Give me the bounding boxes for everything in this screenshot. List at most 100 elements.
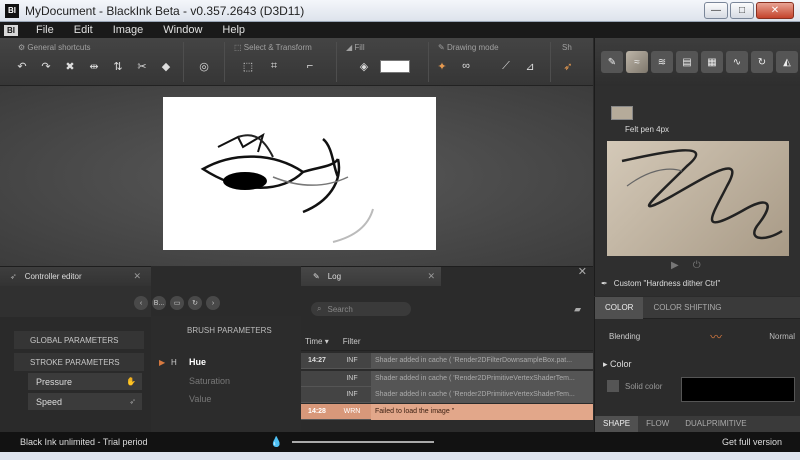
drawing-canvas[interactable] (163, 97, 436, 250)
crop-icon[interactable]: ⌐ (302, 58, 318, 74)
controller-editor-tab[interactable]: ➶ Controller editor ✕ (0, 267, 151, 286)
search-icon: ⌕ (317, 304, 322, 313)
tab-dualprimitive[interactable]: DUALPRIMITIVE (677, 416, 754, 432)
freehand-mode-icon[interactable]: ✦ (434, 58, 450, 74)
app-logo: BI (4, 24, 18, 36)
menu-help[interactable]: Help (222, 24, 245, 36)
hatch-brush-icon[interactable]: ▤ (676, 51, 698, 73)
hue-icon: H (171, 358, 177, 367)
param-hue[interactable]: Hue (189, 357, 206, 367)
preview-stroke (621, 149, 783, 240)
pencil-brush-icon[interactable]: ✎ (601, 51, 623, 73)
brush-type-icon: ✒ (601, 279, 608, 288)
log-tab[interactable]: ✎ Log ✕ (301, 267, 441, 286)
stroke-brush-icon[interactable]: ∿ (726, 51, 748, 73)
tab-flow[interactable]: FLOW (638, 416, 677, 432)
folder-icon[interactable]: ▭ (170, 296, 184, 310)
param-speed[interactable]: Speed ➶ (28, 393, 142, 410)
blending-row[interactable]: Blending 〰 Normal (609, 328, 795, 345)
gear-icon: ⚙ (18, 43, 28, 52)
tab-color-shifting[interactable]: COLOR SHIFTING (643, 297, 731, 319)
log-row-warning[interactable]: 14:28 WRN Failed to load the image '' (301, 403, 593, 420)
undo-icon[interactable]: ↶ (14, 58, 30, 74)
brush-name: Felt pen 4px (625, 125, 670, 134)
chain-mode-icon[interactable]: ∞ (458, 58, 474, 74)
log-panel-close-icon[interactable]: ✕ (578, 265, 587, 278)
canvas-area[interactable] (0, 86, 593, 266)
stroke-preview (607, 141, 789, 256)
play-icon[interactable]: ▶ (671, 260, 679, 271)
minimize-button[interactable]: — (704, 2, 728, 19)
open-folder-icon[interactable]: ▰ (574, 304, 581, 315)
line-mode-icon[interactable]: ⟋ (498, 58, 514, 74)
trial-status: Black Ink unlimited - Trial period (20, 437, 148, 447)
rotate-brush-icon[interactable]: ↻ (751, 51, 773, 73)
ink-drop-icon: 💧 (270, 436, 283, 448)
filter-column-header[interactable]: Filter (343, 337, 361, 346)
tab-shape[interactable]: SHAPE (595, 416, 639, 432)
time-column-header[interactable]: Time ▾ (305, 337, 329, 346)
menu-edit[interactable]: Edit (74, 24, 93, 36)
controller-next-icon[interactable]: › (206, 296, 220, 310)
shapes-label: Sh (562, 43, 572, 52)
fill-label: ◢ Fill (346, 43, 365, 52)
ink-brush-icon[interactable]: ≋ (651, 51, 673, 73)
power-icon[interactable]: ⏻ (693, 260, 701, 271)
solid-color-swatch[interactable] (681, 377, 795, 402)
close-button[interactable]: ✕ (756, 2, 794, 19)
log-tab-close-icon[interactable]: ✕ (427, 271, 435, 282)
menu-image[interactable]: Image (113, 24, 144, 36)
fish-drawing (200, 132, 374, 243)
progress-fill (292, 441, 434, 443)
param-pressure[interactable]: Pressure ✋ (28, 373, 142, 390)
brush-thumbnail (611, 106, 633, 120)
blending-value[interactable]: Normal (769, 332, 795, 341)
get-full-version-link[interactable]: Get full version (722, 437, 782, 447)
maximize-button[interactable]: □ (730, 2, 754, 19)
delete-icon[interactable]: ✖ (62, 58, 78, 74)
lasso-icon[interactable]: ⌗ (266, 58, 282, 74)
main-toolbar: ⚙ General shortcuts ↶ ↷ ✖ ⇹ ⇅ ✂ ◆ ◎ ⬚ Se… (0, 38, 593, 86)
target-icon[interactable]: ◎ (196, 58, 212, 74)
eraser-brush-icon[interactable]: ◭ (776, 51, 798, 73)
solid-color-icon (607, 380, 619, 392)
tab-color[interactable]: COLOR (595, 296, 644, 319)
app-icon: BI (5, 3, 19, 18)
felt-pen-brush-icon[interactable]: ≈ (626, 51, 648, 73)
custom-brush-row[interactable]: ✒ Custom "Hardness dither Ctrl" (601, 279, 720, 288)
menu-file[interactable]: File (36, 24, 54, 36)
log-row[interactable]: 14:27 INF Shader added in cache ( 'Render2… (301, 352, 593, 369)
stroke-parameters-header[interactable]: STROKE PARAMETERS (14, 353, 144, 371)
expand-arrow-icon: ▸ (603, 359, 611, 369)
color-section[interactable]: ▸ Color (603, 359, 632, 370)
log-row[interactable]: INF Shader added in cache ( 'Render2DPrim… (301, 370, 593, 387)
param-value[interactable]: Value (189, 394, 211, 404)
cut-icon[interactable]: ✂ (134, 58, 150, 74)
controller-b-button[interactable]: B... (152, 296, 166, 310)
texture-brush-icon[interactable]: ▦ (701, 51, 723, 73)
fill-icon[interactable]: ◈ (356, 58, 372, 74)
log-search-input[interactable]: ⌕ Search (311, 302, 411, 316)
redo-icon[interactable]: ↷ (38, 58, 54, 74)
log-row[interactable]: INF Shader added in cache ( 'Render2DPrim… (301, 386, 593, 403)
eraser-icon[interactable]: ◆ (158, 58, 174, 74)
flip-horizontal-icon[interactable]: ⇹ (86, 58, 102, 74)
menu-window[interactable]: Window (163, 24, 202, 36)
refresh-icon[interactable]: ↻ (188, 296, 202, 310)
window-bottom-border (0, 452, 800, 460)
marquee-icon[interactable]: ⬚ (240, 58, 256, 74)
controller-prev-icon[interactable]: ‹ (134, 296, 148, 310)
solid-color-row: Solid color (607, 380, 662, 392)
brush-mode-icon: ✎ (438, 43, 447, 52)
menu-bar: BI File Edit Image Window Help (0, 22, 800, 38)
param-saturation[interactable]: Saturation (189, 376, 230, 386)
flip-vertical-icon[interactable]: ⇅ (110, 58, 126, 74)
rocket-icon[interactable]: ➶ (560, 58, 576, 74)
global-parameters-header[interactable]: GLOBAL PARAMETERS (14, 331, 144, 349)
ruler-mode-icon[interactable]: ⊿ (522, 58, 538, 74)
pressure-icon: ✋ (126, 377, 136, 386)
fill-color-swatch[interactable] (380, 60, 410, 73)
controller-close-icon[interactable]: ✕ (133, 271, 141, 282)
title-bar: BI MyDocument - BlackInk Beta - v0.357.2… (0, 0, 800, 22)
active-marker-icon: ▶ (159, 358, 166, 367)
